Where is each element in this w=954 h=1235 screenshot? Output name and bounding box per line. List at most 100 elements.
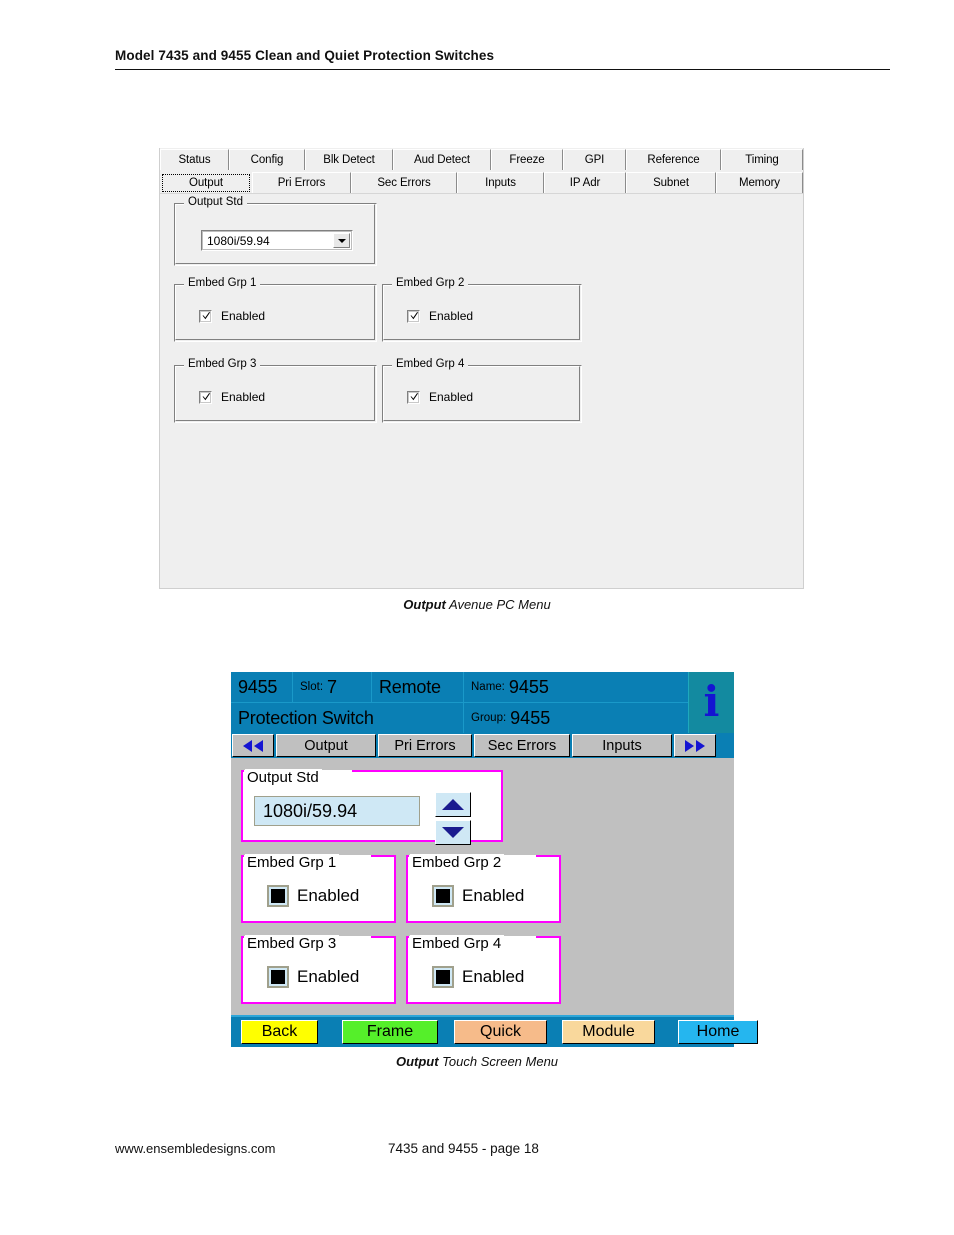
touch-tab-output[interactable]: Output [276, 734, 376, 757]
pc-tab-ip-adr-label: IP Adr [569, 177, 601, 189]
embed-grp-4-checkbox[interactable] [407, 390, 420, 404]
pc-embed-grp-3-checkbox-row[interactable]: Enabled [199, 390, 265, 404]
pc-group-output-std-title: Output Std [184, 196, 247, 208]
output-std-decrement-button[interactable] [435, 820, 471, 845]
touch-tab-sec-errors[interactable]: Sec Errors [474, 734, 570, 757]
output-std-value-field[interactable]: 1080i/59.94 [254, 796, 420, 826]
pc-tab-blk-detect-label: Blk Detect [323, 154, 375, 166]
dropdown-arrow-glyph [337, 238, 346, 243]
frame-button[interactable]: Frame [342, 1020, 438, 1044]
checkmark-icon [202, 311, 211, 319]
touch-embed-grp-1-label: Enabled [297, 886, 360, 905]
touch-slot-value: 7 [327, 676, 338, 697]
embed-grp-4-checkbox-label: Enabled [429, 390, 474, 404]
touch-menu-caption: Output Touch Screen Menu [0, 1054, 954, 1069]
checkbox-filled-indicator [271, 889, 285, 903]
touch-header-row-2: Protection Switch Group: 9455 [231, 703, 689, 733]
quick-button[interactable]: Quick [454, 1020, 547, 1044]
pc-embed-grp-2-checkbox-row[interactable]: Enabled [407, 309, 473, 323]
pc-tab-output[interactable]: Output [160, 172, 252, 193]
touch-mode-cell: Remote [372, 672, 464, 702]
touch-name-value: 9455 [508, 676, 549, 697]
pc-tab-gpi-label: GPI [584, 154, 605, 166]
pc-tab-subnet-label: Subnet [653, 177, 689, 189]
output-std-combobox[interactable]: 1080i/59.94 [201, 230, 353, 251]
pc-group-embed-grp-4-title: Embed Grp 4 [392, 358, 469, 370]
touch-group-embed-grp-2: Embed Grp 2 Enabled [406, 854, 561, 923]
pc-embed-grp-1-checkbox-row[interactable]: Enabled [199, 309, 265, 323]
checkbox-filled-indicator [436, 970, 450, 984]
pc-tab-subnet[interactable]: Subnet [626, 172, 716, 193]
checkbox-filled-indicator [436, 889, 450, 903]
home-button-label: Home [696, 1023, 740, 1040]
pc-tab-ip-adr[interactable]: IP Adr [544, 172, 626, 193]
touch-group-embed-grp-3: Embed Grp 3 Enabled [241, 935, 396, 1004]
info-icon-glyph: i [703, 676, 720, 726]
quick-button-label: Quick [480, 1023, 521, 1040]
touch-group-embed-grp-4: Embed Grp 4 Enabled [406, 935, 561, 1004]
pc-menu-caption-rest: Avenue PC Menu [445, 597, 551, 612]
pc-tab-reference[interactable]: Reference [626, 149, 721, 170]
touch-mode-value: Remote [379, 676, 441, 697]
triangle-up-icon [442, 799, 464, 810]
touch-embed-grp-4-checkbox-row[interactable]: Enabled [432, 966, 524, 988]
checkmark-icon [202, 392, 211, 400]
touch-tab-sec-errors-label: Sec Errors [487, 737, 557, 754]
pc-tab-aud-detect[interactable]: Aud Detect [393, 149, 491, 170]
touch-tab-pri-errors[interactable]: Pri Errors [378, 734, 472, 757]
touch-menu-caption-bold: Output [395, 1054, 439, 1069]
checkbox-filled-indicator [271, 970, 285, 984]
pc-tab-pri-errors-label: Pri Errors [277, 177, 326, 189]
embed-grp-1-checkbox[interactable] [199, 309, 212, 323]
pc-tab-blk-detect[interactable]: Blk Detect [305, 149, 393, 170]
touch-embed-grp-1-checkbox-row[interactable]: Enabled [267, 885, 359, 907]
pc-tab-inputs[interactable]: Inputs [457, 172, 544, 193]
pc-tab-timing[interactable]: Timing [721, 149, 803, 170]
home-button[interactable]: Home [678, 1020, 758, 1044]
pc-tab-memory[interactable]: Memory [716, 172, 803, 193]
pc-group-output-std: Output Std 1080i/59.94 [174, 196, 377, 266]
frame-button-label: Frame [366, 1023, 414, 1040]
pc-tab-config[interactable]: Config [229, 149, 305, 170]
touch-embed-grp-2-checkbox[interactable] [432, 885, 454, 907]
pc-tab-reference-label: Reference [647, 154, 700, 166]
pc-tab-gpi[interactable]: GPI [563, 149, 626, 170]
output-std-increment-button[interactable] [435, 792, 471, 817]
pc-group-embed-grp-1: Embed Grp 1 Enabled [174, 277, 377, 342]
back-button[interactable]: Back [241, 1020, 318, 1044]
pc-tab-config-label: Config [250, 154, 284, 166]
info-icon[interactable]: i [688, 672, 734, 733]
touch-embed-grp-1-checkbox[interactable] [267, 885, 289, 907]
module-button[interactable]: Module [562, 1020, 655, 1044]
embed-grp-2-checkbox[interactable] [407, 309, 420, 323]
pc-tab-row-2: Output Pri Errors Sec Errors Inputs IP A… [160, 172, 803, 193]
pc-embed-grp-4-checkbox-row[interactable]: Enabled [407, 390, 473, 404]
checkmark-icon [410, 392, 419, 400]
touch-screen-menu-panel: 9455 Slot: 7 Remote Name: 9455 Protection … [231, 672, 758, 1047]
touch-prev-tabs-button[interactable] [232, 734, 274, 757]
pc-tab-status[interactable]: Status [160, 149, 229, 170]
touch-group-cell: Group: 9455 [464, 703, 689, 733]
pc-tab-pri-errors[interactable]: Pri Errors [252, 172, 351, 193]
touch-body: Output Std 1080i/59.94 Embed Grp 1 Enabl… [231, 758, 734, 1015]
chevron-down-icon[interactable] [333, 233, 350, 248]
touch-tab-inputs-label: Inputs [602, 737, 642, 754]
touch-embed-grp-4-checkbox[interactable] [432, 966, 454, 988]
touch-embed-grp-3-checkbox[interactable] [267, 966, 289, 988]
touch-group-embed-grp-1: Embed Grp 1 Enabled [241, 854, 396, 923]
focus-rectangle [162, 174, 250, 192]
touch-next-tabs-button[interactable] [674, 734, 716, 757]
pc-tab-sec-errors[interactable]: Sec Errors [351, 172, 457, 193]
touch-embed-grp-2-checkbox-row[interactable]: Enabled [432, 885, 524, 907]
pc-tab-freeze[interactable]: Freeze [491, 149, 563, 170]
touch-model-cell: 9455 [231, 672, 293, 702]
pc-group-embed-grp-2: Embed Grp 2 Enabled [382, 277, 582, 342]
pc-tab-freeze-label: Freeze [509, 154, 545, 166]
pc-tab-inputs-label: Inputs [485, 177, 516, 189]
pc-menu-caption-bold: Output [403, 597, 446, 612]
embed-grp-3-checkbox[interactable] [199, 390, 212, 404]
touch-embed-grp-3-checkbox-row[interactable]: Enabled [267, 966, 359, 988]
touch-tab-inputs[interactable]: Inputs [572, 734, 672, 757]
touch-header-fields: 9455 Slot: 7 Remote Name: 9455 Protection … [231, 672, 689, 733]
touch-name-label: Name: [471, 681, 505, 693]
